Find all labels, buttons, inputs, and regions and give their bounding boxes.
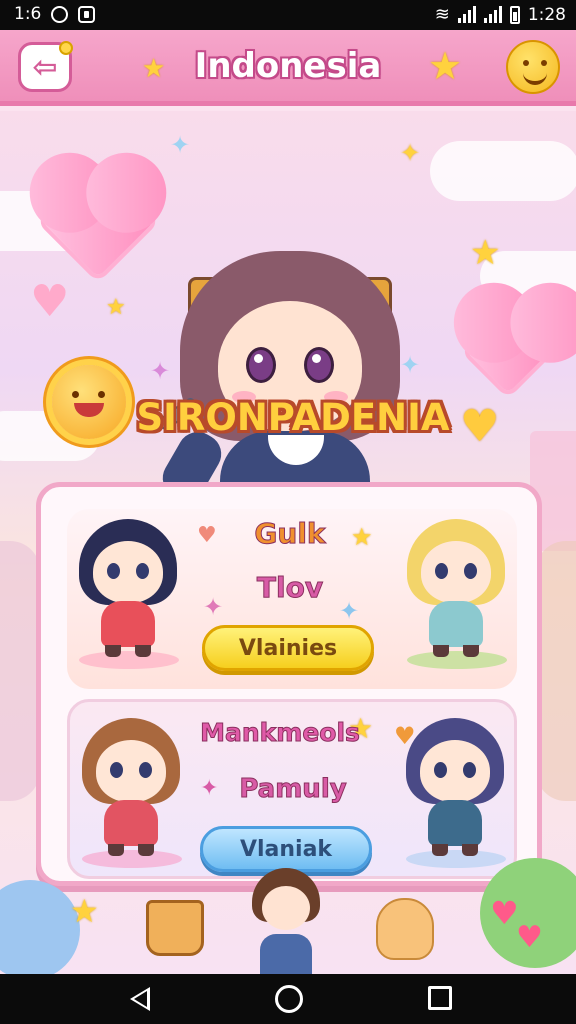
page-title: Indonesia bbox=[194, 46, 382, 86]
row2-title: Mankmeols bbox=[200, 718, 361, 748]
selection-panel: ♥ ★ ✦ ✦ Gulk Tlov Vlainies ★ ♥ ✦ Mankmeo… bbox=[36, 482, 542, 886]
status-left: 1:6 bbox=[14, 4, 96, 24]
character-body bbox=[428, 800, 482, 846]
boy-face bbox=[262, 886, 310, 930]
nav-recents-icon[interactable] bbox=[428, 986, 452, 1010]
back-arrow-icon: ⇦ bbox=[32, 49, 58, 85]
character-feet bbox=[433, 645, 479, 657]
wifi-icon: ≋ bbox=[434, 4, 450, 25]
character-purple-hair-boy[interactable] bbox=[400, 708, 510, 868]
character-feet bbox=[105, 645, 151, 657]
selection-row-1[interactable]: ♥ ★ ✦ ✦ Gulk Tlov Vlainies bbox=[67, 509, 517, 689]
heart-icon: ♥ bbox=[490, 894, 519, 932]
row2-subtitle: Pamuly bbox=[239, 774, 347, 805]
nav-back-icon[interactable] bbox=[130, 987, 150, 1011]
character-face bbox=[420, 740, 490, 802]
sparkle-icon: ✦ bbox=[170, 131, 191, 159]
app-notification-icon bbox=[78, 5, 96, 23]
back-button[interactable]: ⇦ bbox=[18, 41, 73, 92]
row1-action-button[interactable]: Vlainies bbox=[202, 625, 374, 671]
character-face bbox=[421, 541, 491, 603]
boy-body bbox=[260, 934, 312, 974]
cloud-decoration bbox=[430, 141, 576, 201]
bear-toy-icon[interactable] bbox=[376, 898, 434, 960]
status-right: ≋ 1:28 bbox=[435, 4, 566, 25]
system-nav-bar bbox=[0, 974, 576, 1024]
status-time-right: 1:28 bbox=[527, 4, 566, 25]
star-icon: ★ bbox=[470, 233, 501, 273]
status-bar: 1:6 ≋ 1:28 bbox=[0, 0, 576, 30]
hero-collar bbox=[268, 435, 324, 465]
notification-icon bbox=[51, 5, 69, 23]
game-title: SIRONPADENIA bbox=[136, 396, 450, 439]
heart-icon: ♥ bbox=[516, 920, 543, 955]
side-character-left bbox=[0, 541, 40, 801]
signal-icon bbox=[457, 6, 476, 23]
sun-smiley-icon bbox=[52, 365, 126, 439]
header-bar: ⇦ ★ Indonesia ★ bbox=[0, 30, 576, 106]
heart-decoration bbox=[465, 308, 551, 394]
star-icon: ★ bbox=[106, 295, 126, 320]
star-icon: ★ bbox=[428, 44, 463, 88]
status-time-left: 1:6 bbox=[14, 4, 42, 24]
row2-action-button[interactable]: Vlaniak bbox=[200, 826, 372, 872]
star-icon: ★ bbox=[70, 892, 99, 930]
character-feet bbox=[432, 844, 478, 856]
character-face bbox=[96, 740, 166, 802]
hero-eye bbox=[246, 347, 276, 383]
basket-icon[interactable] bbox=[146, 900, 204, 956]
character-blonde-girl[interactable] bbox=[401, 509, 511, 669]
signal-icon-2 bbox=[483, 6, 502, 23]
heart-decoration bbox=[41, 164, 155, 278]
character-face bbox=[93, 541, 163, 603]
star-icon: ✦ bbox=[400, 139, 421, 167]
boy-character[interactable] bbox=[246, 868, 326, 974]
heart-icon: ♥ bbox=[460, 401, 500, 452]
character-dark-hair-girl[interactable] bbox=[73, 509, 183, 669]
hero-eye bbox=[304, 347, 334, 383]
character-body bbox=[429, 601, 483, 647]
sparkle-icon: ✦ bbox=[150, 357, 171, 385]
notification-dot bbox=[59, 41, 73, 55]
row1-title: Gulk bbox=[254, 517, 326, 551]
side-character-right bbox=[536, 541, 576, 801]
selection-row-2[interactable]: ★ ♥ ✦ Mankmeols Pamuly Vlaniak bbox=[67, 699, 517, 879]
battery-icon bbox=[509, 5, 520, 24]
profile-smiley-button[interactable] bbox=[506, 40, 560, 94]
character-feet bbox=[108, 844, 154, 856]
character-body bbox=[101, 601, 155, 647]
character-body bbox=[104, 800, 158, 846]
nav-home-icon[interactable] bbox=[275, 985, 303, 1013]
row1-subtitle: Tlov bbox=[256, 571, 324, 605]
heart-icon: ♥ bbox=[30, 276, 70, 327]
